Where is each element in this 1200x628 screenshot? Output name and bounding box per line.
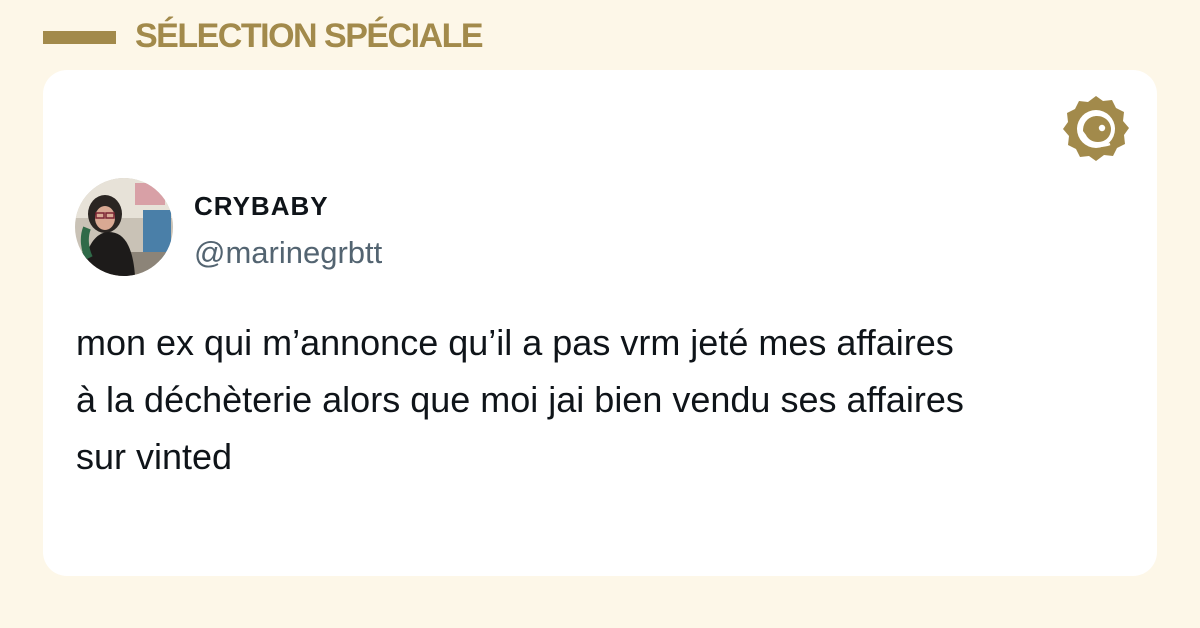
author-handle[interactable]: @marinegrbtt [194, 233, 382, 273]
header-accent-bar [43, 31, 116, 44]
tweet-line: à la déchèterie alors que moi jai bien v… [76, 379, 964, 420]
gold-seal-logo-icon [1058, 93, 1134, 169]
author-display-name[interactable]: CRYBABY [194, 189, 329, 223]
tweet-card: CRYBABY @marinegrbtt mon ex qui m’annonc… [43, 70, 1157, 576]
tweet-body: mon ex qui m’annonce qu’il a pas vrm jet… [76, 314, 1136, 485]
avatar[interactable] [75, 178, 173, 276]
tweet-line: sur vinted [76, 436, 233, 477]
section-title: SÉLECTION SPÉCIALE [135, 17, 484, 55]
tweet-line: mon ex qui m’annonce qu’il a pas vrm jet… [76, 322, 954, 363]
